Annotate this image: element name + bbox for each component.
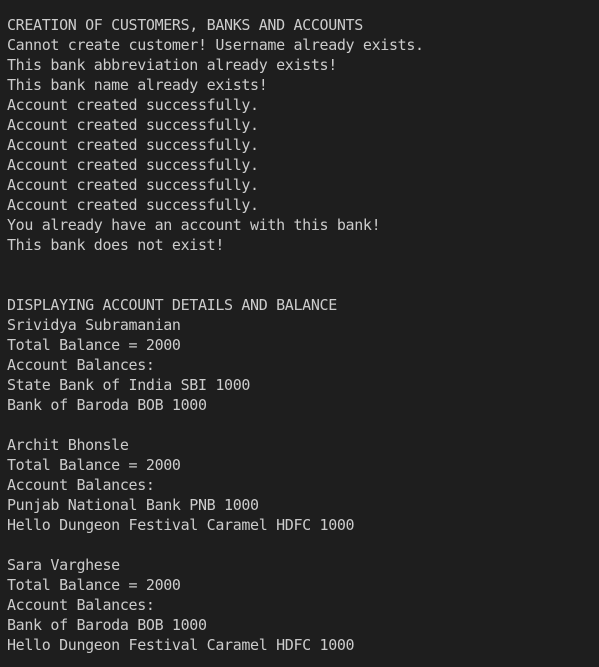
output-line: Account created successfully.: [7, 196, 259, 214]
account-balance-entry: State Bank of India SBI 1000: [7, 376, 251, 394]
output-line: Account created successfully.: [7, 176, 259, 194]
account-balance-entry: Bank of Baroda BOB 1000: [7, 616, 207, 634]
account-balance-entry: Hello Dungeon Festival Caramel HDFC 1000: [7, 636, 355, 654]
terminal-output[interactable]: CREATION OF CUSTOMERS, BANKS AND ACCOUNT…: [0, 0, 599, 667]
output-line: This bank name already exists!: [7, 76, 268, 94]
output-line: You already have an account with this ba…: [7, 216, 381, 234]
output-line: This bank does not exist!: [7, 236, 225, 254]
total-balance: Total Balance = 2000: [7, 576, 181, 594]
output-line: Account created successfully.: [7, 96, 259, 114]
account-balances-label: Account Balances:: [7, 476, 155, 494]
account-balances-label: Account Balances:: [7, 596, 155, 614]
output-line: Account created successfully.: [7, 116, 259, 134]
total-balance: Total Balance = 2000: [7, 456, 181, 474]
account-balance-entry: Punjab National Bank PNB 1000: [7, 496, 259, 514]
account-balance-entry: Bank of Baroda BOB 1000: [7, 396, 207, 414]
customer-name: Srividya Subramanian: [7, 316, 181, 334]
section-heading-creation: CREATION OF CUSTOMERS, BANKS AND ACCOUNT…: [7, 16, 363, 34]
account-balance-entry: Hello Dungeon Festival Caramel HDFC 1000: [7, 516, 355, 534]
total-balance: Total Balance = 2000: [7, 336, 181, 354]
customer-name: Archit Bhonsle: [7, 436, 129, 454]
account-balances-label: Account Balances:: [7, 356, 155, 374]
output-line: Account created successfully.: [7, 136, 259, 154]
customer-name: Sara Varghese: [7, 556, 120, 574]
output-line: Cannot create customer! Username already…: [7, 36, 424, 54]
output-line: This bank abbreviation already exists!: [7, 56, 337, 74]
section-heading-display: DISPLAYING ACCOUNT DETAILS AND BALANCE: [7, 296, 337, 314]
output-line: Account created successfully.: [7, 156, 259, 174]
